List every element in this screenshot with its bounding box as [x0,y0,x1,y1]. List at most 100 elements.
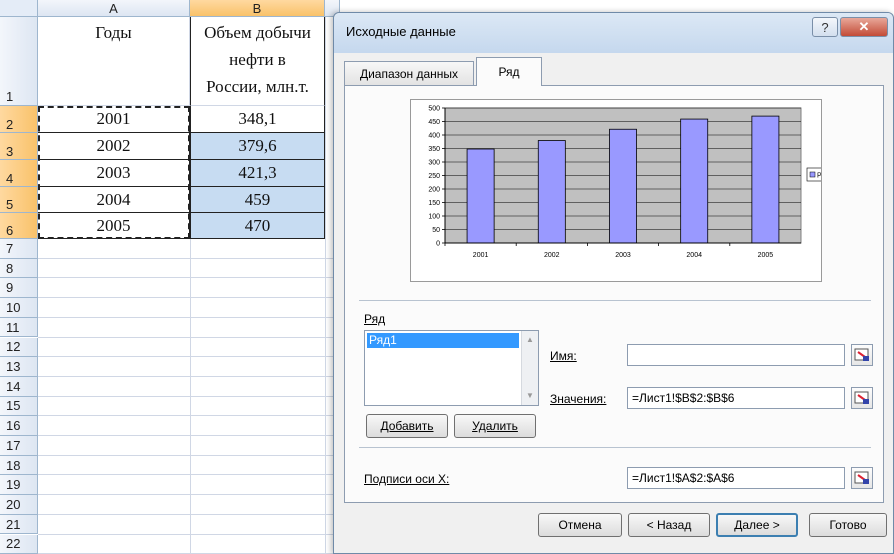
name-label: Имя: [550,349,577,363]
bar-chart: 0 50 100 150 200 250 300 350 400 450 500 2001 2002 20… [428,106,842,259]
volume-header-line-1: Объем добычи [204,23,311,42]
row-header-8[interactable]: 8 [0,258,38,279]
column-divider-c [325,17,326,554]
row-gridline [38,375,340,377]
cell-a5[interactable]: 2004 [38,187,190,213]
range-select-icon [854,391,869,404]
row-header-18[interactable]: 18 [0,455,38,476]
name-range-button[interactable] [851,344,873,366]
row-gridline [38,356,340,358]
values-label: Значения: [550,392,607,406]
x-tick-label: 2002 [544,252,560,259]
x-tick-label: 2005 [758,252,774,259]
column-header-b[interactable]: B [190,0,325,17]
cell-a6[interactable]: 2005 [38,213,190,239]
row-header-16[interactable]: 16 [0,416,38,436]
cell-b3[interactable]: 379,6 [190,133,325,160]
series-group-label: Ряд [364,312,386,326]
row-gridline [38,435,340,436]
row-header-19[interactable]: 19 [0,475,38,496]
scroll-down-icon[interactable]: ▼ [522,389,538,403]
row-header-21[interactable]: 21 [0,514,38,535]
row-header-9[interactable]: 9 [0,278,38,299]
cell-a2[interactable]: 2001 [38,106,190,133]
series-listbox[interactable]: Ряд1 ▲ ▼ [364,330,539,406]
cell-a1[interactable]: Годы [38,17,190,106]
separator-bottom [359,447,871,448]
values-range-button[interactable] [851,387,873,409]
range-select-icon [854,348,869,361]
row-gridline [38,336,340,338]
column-header-a[interactable]: A [38,0,190,17]
years-header: Годы [95,23,132,42]
row-gridline [38,415,340,417]
y-tick-label: 50 [432,227,440,234]
scroll-up-icon[interactable]: ▲ [522,333,538,347]
row-header-1[interactable]: 1 [0,17,38,106]
row-header-13[interactable]: 13 [0,357,38,377]
cell-b4[interactable]: 421,3 [190,160,325,187]
legend-swatch [809,171,816,178]
y-tick-label: 0 [436,241,440,248]
row-header-3[interactable]: 3 [0,133,38,160]
separator-top [359,300,871,301]
select-all-corner[interactable] [0,0,38,17]
row-header-2[interactable]: 2 [0,106,38,133]
row-gridline [38,277,340,279]
row-header-11[interactable]: 11 [0,317,38,338]
help-button[interactable]: ? [812,17,838,37]
chart-preview: 0 50 100 150 200 250 300 350 400 450 500 2001 2002 20… [410,99,842,282]
series-values-field[interactable]: =Лист1!$B$2:$B$6 [627,387,845,409]
range-select-icon [854,471,869,484]
row-header-7[interactable]: 7 [0,239,38,259]
y-tick-label: 450 [428,119,440,126]
tab-series[interactable]: Ряд [476,57,542,86]
row-gridline [38,454,340,456]
finish-button[interactable]: Готово [809,513,887,537]
cell-b6[interactable]: 470 [190,213,325,239]
y-tick-label: 250 [428,173,440,180]
cell-b1[interactable]: Объем добычи нефти в России, млн.т. [190,17,325,106]
column-divider [190,239,191,554]
series-list-item[interactable]: Ряд1 [367,333,519,348]
cell-a3[interactable]: 2002 [38,133,190,160]
x-labels-field[interactable]: =Лист1!$A$2:$A$6 [627,467,845,489]
y-tick-label: 150 [428,200,440,207]
row-header-14[interactable]: 14 [0,376,38,397]
row-header-5[interactable]: 5 [0,187,38,213]
close-button[interactable]: ✕ [840,17,888,37]
next-button[interactable]: Далее > [716,513,798,537]
row-gridline [38,395,340,397]
back-button[interactable]: < Назад [628,513,710,537]
row-header-17[interactable]: 17 [0,436,38,456]
row-header-10[interactable]: 10 [0,298,38,318]
row-header-15[interactable]: 15 [0,396,38,417]
row-header-12[interactable]: 12 [0,337,38,358]
cell-b5[interactable]: 459 [190,187,325,213]
x-tick-label: 2001 [473,252,489,259]
bar [466,148,495,244]
cell-b2[interactable]: 348,1 [190,106,325,133]
bar [537,140,566,244]
cancel-button[interactable]: Отмена [538,513,622,537]
row-header-4[interactable]: 4 [0,160,38,187]
source-data-dialog: Исходные данные ? ✕ Диапазон данных Ряд … [333,12,894,554]
y-tick-label: 100 [428,214,440,221]
row-gridline [38,513,340,515]
row-header-6[interactable]: 6 [0,213,38,239]
delete-series-button[interactable]: Удалить [454,414,536,438]
legend-label: Ряд1 [817,173,821,180]
series-list-scrollbar[interactable]: ▲ ▼ [521,331,538,405]
row-gridline [38,474,340,476]
x-labels-range-button[interactable] [851,467,873,489]
bar [609,128,637,244]
row-gridline [38,257,340,259]
cell-a4[interactable]: 2003 [38,160,190,187]
row-header-22[interactable]: 22 [0,534,38,554]
dialog-titlebar[interactable]: Исходные данные ? ✕ [334,13,893,53]
series-name-field[interactable] [627,344,845,366]
x-tick-label: 2004 [686,252,702,259]
row-header-20[interactable]: 20 [0,495,38,515]
add-series-button[interactable]: Добавить [366,414,448,438]
tab-data-range[interactable]: Диапазон данных [344,61,474,85]
